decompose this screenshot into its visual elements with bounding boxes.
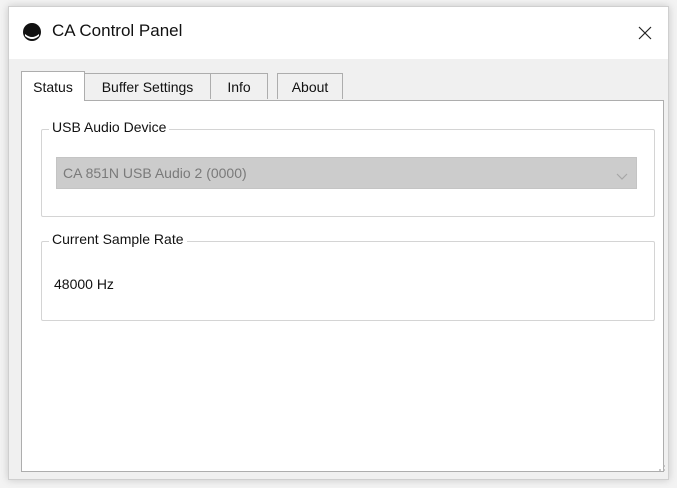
title-bar[interactable]: CA Control Panel: [9, 7, 668, 59]
sample-rate-value: 48000 Hz: [54, 276, 114, 292]
sample-rate-label: Current Sample Rate: [49, 231, 187, 247]
usb-audio-device-group: USB Audio Device CA 851N USB Audio 2 (00…: [41, 119, 655, 217]
close-button[interactable]: [622, 7, 668, 59]
resize-grip-icon[interactable]: [656, 459, 666, 477]
tab-about[interactable]: About: [277, 73, 343, 99]
app-icon: [22, 22, 42, 42]
tab-info-label: Info: [227, 78, 251, 95]
tab-status[interactable]: Status: [21, 71, 85, 101]
window-title: CA Control Panel: [52, 21, 183, 40]
sample-rate-group: Current Sample Rate 48000 Hz: [41, 231, 655, 321]
tab-about-label: About: [291, 78, 329, 95]
usb-audio-device-label: USB Audio Device: [49, 119, 170, 135]
tab-status-label: Status: [33, 78, 73, 95]
status-panel: USB Audio Device CA 851N USB Audio 2 (00…: [21, 100, 664, 472]
close-icon: [638, 26, 652, 40]
control-panel-window: CA Control Panel Status Buffer Settings …: [8, 6, 669, 480]
chevron-down-icon: [616, 168, 628, 186]
usb-device-combobox[interactable]: CA 851N USB Audio 2 (0000): [56, 157, 637, 189]
tab-buffer-settings[interactable]: Buffer Settings: [84, 73, 211, 99]
tab-buffer-settings-label: Buffer Settings: [101, 78, 194, 95]
tab-info[interactable]: Info: [210, 73, 268, 99]
usb-device-value: CA 851N USB Audio 2 (0000): [63, 165, 247, 181]
